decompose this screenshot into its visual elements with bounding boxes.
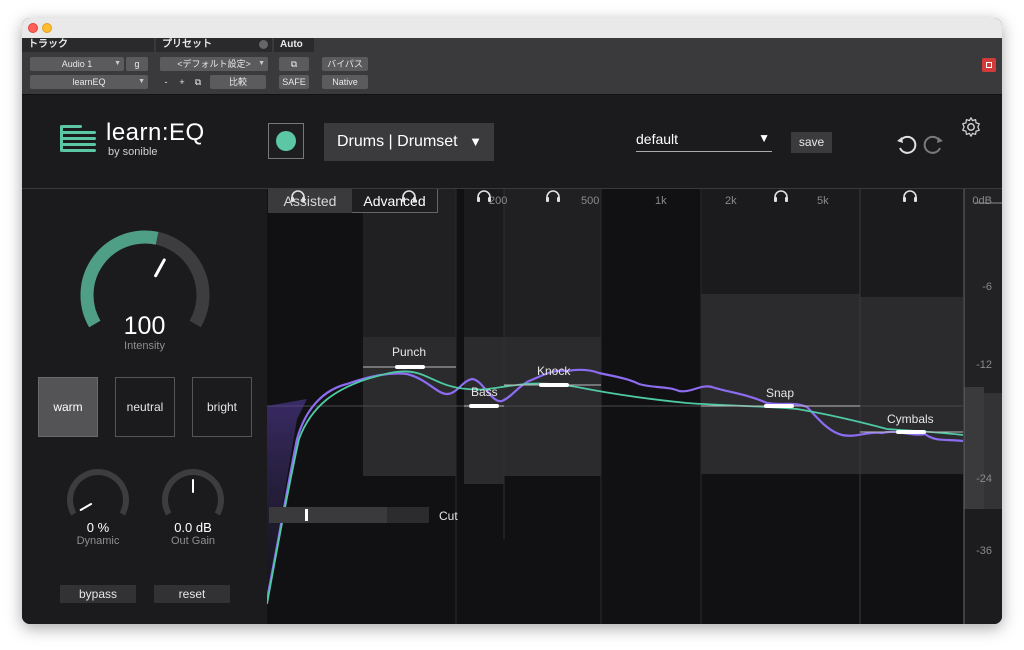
headphones-icon[interactable] — [401, 189, 417, 203]
band-handle-knock[interactable] — [539, 383, 569, 387]
chevron-down-icon: ▼ — [138, 78, 145, 85]
cut-slider-handle[interactable] — [305, 509, 308, 521]
band-label-snap: Snap — [766, 386, 795, 400]
power-button[interactable] — [268, 123, 304, 159]
plugin-window: トラック プリセット Auto Audio 1 ▼ g learnEQ ▼ <デフォ… — [22, 18, 1002, 624]
gear-icon[interactable] — [960, 116, 982, 138]
tone-neutral-button[interactable]: neutral — [115, 377, 175, 437]
preset-menu-icon[interactable] — [259, 40, 268, 49]
band-handle-punch[interactable] — [395, 365, 425, 369]
track-header: トラック — [22, 38, 154, 52]
insert-selector[interactable]: learnEQ ▼ — [30, 75, 148, 89]
host-header: トラック プリセット Auto Audio 1 ▼ g learnEQ ▼ <デフォ… — [22, 38, 1002, 95]
meter-floor — [964, 509, 1002, 624]
power-indicator — [276, 131, 296, 151]
reset-button[interactable]: reset — [154, 585, 230, 603]
intensity-label: Intensity — [124, 340, 165, 352]
close-window-button[interactable] — [28, 23, 38, 33]
band-handle-cymbals[interactable] — [896, 430, 926, 434]
chevron-down-icon: ▼ — [114, 60, 121, 67]
freq-label: 2k — [725, 195, 737, 207]
bypass-button[interactable]: bypass — [60, 585, 136, 603]
cut-label: Cut — [439, 509, 458, 523]
band-label-punch: Punch — [392, 345, 427, 359]
band-label-bass: Bass — [471, 385, 498, 399]
minimize-window-button[interactable] — [42, 23, 52, 33]
copy-settings-icon[interactable]: ⧉ — [191, 75, 205, 89]
band-zone-cymbals — [860, 297, 963, 474]
logo-byline: by sonible — [108, 146, 158, 158]
out-gain-value: 0.0 dB — [174, 520, 212, 535]
save-button[interactable]: save — [791, 132, 832, 153]
headphones-icon[interactable] — [545, 189, 561, 203]
chevron-down-icon: ▼ — [469, 134, 482, 149]
preset-selector[interactable]: default ▼ — [636, 131, 772, 152]
safe-button[interactable]: SAFE — [279, 75, 309, 89]
db-label: -12 — [976, 359, 992, 371]
db-label: -24 — [976, 473, 992, 485]
eq-graph[interactable]: Assisted Advanced 200 500 1k 2k 5k 0dB -… — [267, 189, 1002, 624]
freq-label: 1k — [655, 195, 667, 207]
band-label-cymbals: Cymbals — [887, 412, 934, 426]
dynamic-value: 0 % — [86, 520, 110, 535]
instrument-selector[interactable]: Drums | Drumset ▼ — [324, 123, 494, 161]
host-bypass-button[interactable]: バイパス — [322, 57, 368, 71]
plugin-body: learn:EQ by sonible Drums | Drumset ▼ def… — [22, 95, 1002, 624]
automation-icon[interactable]: ⧉ — [279, 57, 309, 71]
next-preset-button[interactable]: + — [176, 75, 188, 89]
tone-warm-button[interactable]: warm — [38, 377, 98, 437]
tab-advanced[interactable]: Advanced — [352, 189, 438, 213]
group-selector[interactable]: g — [126, 57, 148, 71]
record-icon[interactable] — [982, 58, 996, 72]
band-zone-snap — [701, 294, 860, 474]
band-handle-bass[interactable] — [469, 404, 499, 408]
previous-preset-button[interactable]: - — [160, 75, 172, 89]
chevron-down-icon: ▼ — [258, 60, 265, 67]
redo-icon[interactable] — [922, 131, 946, 155]
dynamic-label: Dynamic — [76, 535, 120, 547]
cut-slider-fill — [269, 507, 387, 523]
tone-bright-button[interactable]: bright — [192, 377, 252, 437]
headphones-icon[interactable] — [476, 189, 492, 203]
band-handle-snap[interactable] — [764, 404, 794, 408]
host-preset-selector[interactable]: <デフォルト設定> ▼ — [160, 57, 268, 71]
db-label: -36 — [976, 545, 992, 557]
auto-header: Auto — [274, 38, 314, 52]
intensity-value: 100 — [123, 312, 166, 340]
db-label: -6 — [982, 281, 992, 293]
logo-title: learn:EQ — [106, 119, 205, 146]
undo-icon[interactable] — [894, 131, 918, 155]
headphones-icon[interactable] — [902, 189, 918, 203]
track-selector[interactable]: Audio 1 ▼ — [30, 57, 124, 71]
headphones-icon[interactable] — [773, 189, 789, 203]
control-panel: 100 Intensity warm neutral bright 0 % Dy… — [22, 189, 267, 624]
tab-assisted[interactable]: Assisted — [268, 189, 352, 213]
title-bar — [22, 18, 1002, 38]
headphones-icon[interactable] — [290, 189, 306, 203]
compare-button[interactable]: 比較 — [210, 75, 266, 89]
db-label: 0dB — [972, 195, 992, 207]
band-label-knock: Knock — [537, 364, 571, 378]
eq-graph-canvas — [267, 189, 1002, 624]
freq-label: 500 — [581, 195, 600, 207]
out-gain-label: Out Gain — [170, 535, 216, 547]
native-button[interactable]: Native — [322, 75, 368, 89]
plugin-header: learn:EQ by sonible Drums | Drumset ▼ def… — [22, 95, 1002, 189]
freq-label: 5k — [817, 195, 829, 207]
chevron-down-icon: ▼ — [758, 131, 770, 145]
preset-header: プリセット — [156, 38, 272, 52]
band-zone-bass — [464, 337, 504, 484]
